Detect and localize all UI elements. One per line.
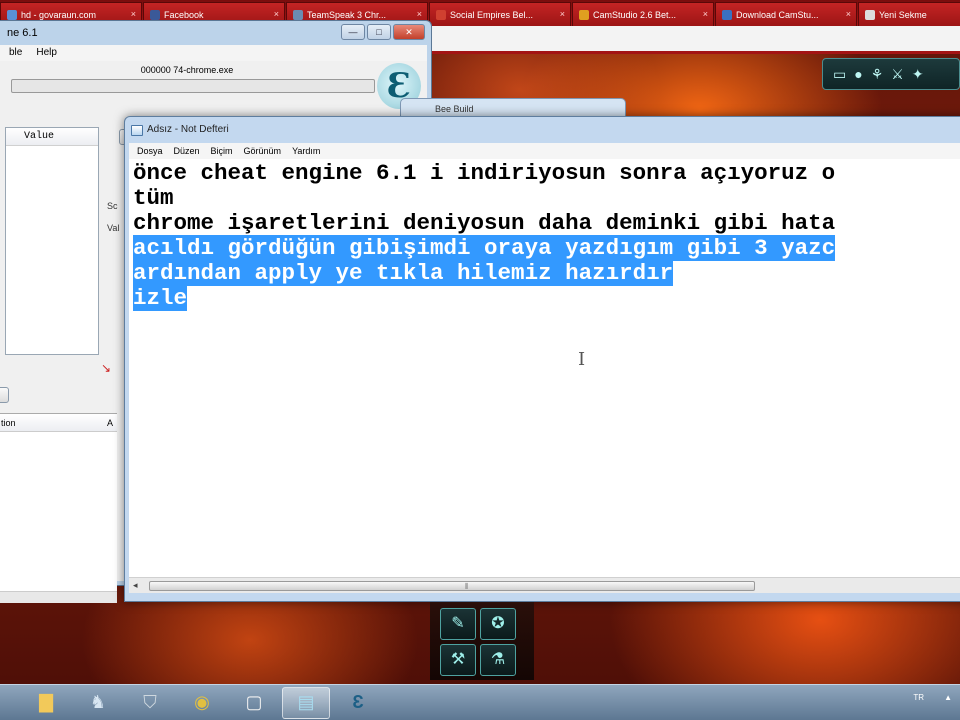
chrome-taskbar-button[interactable]: ◉ [178, 687, 226, 719]
notepad-menubar: Dosya Düzen Biçim Görünüm Yardım [129, 143, 960, 159]
cheat-engine-title: ne 6.1 [7, 27, 38, 39]
tab-label: Download CamStu... [736, 9, 819, 20]
address-table-scrollbar[interactable] [0, 591, 117, 603]
tab-favicon-icon [293, 9, 303, 20]
found-list[interactable]: Value [5, 127, 99, 355]
scrollbar-grip-icon: ⦀ [465, 582, 469, 591]
value-type-label: Val [107, 223, 120, 233]
text-line: chrome işaretlerini deniyosun daha demin… [133, 210, 836, 236]
settings-icon[interactable]: ✦ [912, 66, 924, 83]
selected-text-line: ardından apply ye tıkla hilemiz hazırdır [133, 260, 674, 286]
shovel-icon[interactable]: ⚒ [440, 644, 476, 676]
tab-favicon-icon [150, 9, 160, 20]
game-hud[interactable]: ▭ ● ⚘ ⚔ ✦ [822, 58, 960, 90]
text-cursor-icon: I [578, 349, 586, 370]
mic-icon[interactable]: ● [854, 66, 862, 82]
selected-text-line: izle [133, 285, 188, 311]
notepad-taskbar-icon: ▤ [297, 692, 315, 712]
notepad-horizontal-scrollbar[interactable]: ◂ ⦀ [129, 577, 960, 593]
address-table[interactable]: tion A [0, 413, 117, 603]
counter-strike-taskbar-button[interactable]: ♞ [74, 687, 122, 719]
notepad-icon [131, 125, 143, 136]
system-tray: TR ▲ [913, 693, 952, 702]
cheat-engine-titlebar[interactable]: ne 6.1 — □ ✕ [0, 21, 431, 45]
menu-item-help[interactable]: Yardım [292, 143, 320, 159]
cheat-engine-menubar: ble Help [0, 45, 427, 61]
scan-type-label: Sc [107, 201, 118, 211]
cs-player-icon: ♞ [89, 692, 107, 712]
tab-close-icon[interactable]: × [703, 3, 708, 25]
chrome-icon: ◉ [194, 692, 210, 712]
menu-item-table[interactable]: ble [9, 45, 22, 61]
found-list-header[interactable]: Value [6, 128, 98, 146]
cheat-engine-taskbar-icon: Ɛ [352, 692, 364, 712]
menu-item-file[interactable]: Dosya [137, 143, 163, 159]
browser-tab[interactable]: Yeni Sekme× [858, 2, 960, 26]
address-column[interactable]: A [107, 418, 113, 428]
tab-favicon-icon [436, 9, 446, 20]
browser-tab[interactable]: Social Empires Bel... × [429, 2, 571, 26]
browser-toolbar [430, 26, 960, 54]
folder-icon: ▇ [39, 692, 53, 712]
tab-favicon-icon [865, 9, 875, 20]
maximize-button[interactable]: □ [367, 24, 391, 40]
tab-close-icon[interactable]: × [560, 3, 565, 25]
menu-item-edit[interactable]: Düzen [174, 143, 200, 159]
figure-icon[interactable]: ⚘ [871, 66, 884, 83]
taskbar: ▇ ♞ ⛉ ◉ ▢ ▤ Ɛ TR ▲ [0, 684, 960, 720]
game-controls: ✎ ✪ ⚒ ⚗ [430, 602, 534, 680]
memory-view-button[interactable] [0, 387, 9, 403]
tab-label: Yeni Sekme [879, 9, 927, 20]
cheat-engine-taskbar-button[interactable]: Ɛ [334, 687, 382, 719]
tab-close-icon[interactable]: × [846, 3, 851, 25]
window-taskbar-button[interactable]: ▢ [230, 687, 278, 719]
tanks-taskbar-button[interactable]: ⛉ [126, 687, 174, 719]
shield-icon: ⛉ [143, 692, 157, 712]
scan-progress-bar [11, 79, 375, 93]
pointer-icon[interactable]: ↘ [101, 361, 117, 377]
target-icon[interactable]: ✪ [480, 608, 516, 640]
text-line: önce cheat engine 6.1 i indiriyosun sonr… [133, 160, 836, 186]
address-table-header: tion A [0, 414, 117, 432]
tab-favicon-icon [579, 9, 589, 20]
minimize-button[interactable]: — [341, 24, 365, 40]
menu-item-format[interactable]: Biçim [211, 143, 233, 159]
tab-favicon-icon [7, 9, 17, 20]
tray-expand-icon[interactable]: ▲ [944, 693, 952, 702]
background-window-title: Bee Build [435, 104, 474, 114]
potion-icon[interactable]: ⚗ [480, 644, 516, 676]
notepad-title: Adsız - Not Defteri [147, 124, 229, 135]
explorer-taskbar-button[interactable]: ▇ [22, 687, 70, 719]
scrollbar-thumb[interactable]: ⦀ [149, 581, 755, 591]
sword-icon[interactable]: ⚔ [891, 66, 904, 83]
chat-icon[interactable]: ▭ [833, 66, 846, 83]
browser-tab[interactable]: Download CamStu... × [715, 2, 857, 26]
browser-tab[interactable]: CamStudio 2.6 Bet... × [572, 2, 714, 26]
scroll-left-icon[interactable]: ◂ [133, 580, 138, 591]
close-button[interactable]: ✕ [393, 24, 425, 40]
feather-icon[interactable]: ✎ [440, 608, 476, 640]
window-icon: ▢ [245, 692, 263, 712]
tab-label: Social Empires Bel... [450, 9, 534, 20]
language-indicator[interactable]: TR [913, 693, 924, 702]
process-label: 000000 74-chrome.exe [140, 65, 234, 75]
description-column[interactable]: tion [1, 418, 16, 428]
notepad-taskbar-button[interactable]: ▤ [282, 686, 330, 719]
menu-item-view[interactable]: Görünüm [244, 143, 282, 159]
tab-favicon-icon [722, 9, 732, 20]
text-line: tüm [133, 185, 174, 211]
notepad-titlebar[interactable]: Adsız - Not Defteri [125, 117, 960, 143]
notepad-text-area[interactable]: önce cheat engine 6.1 i indiriyosun sonr… [129, 159, 960, 577]
menu-item-help[interactable]: Help [36, 45, 57, 61]
tab-label: CamStudio 2.6 Bet... [593, 9, 677, 20]
notepad-window[interactable]: Adsız - Not Defteri Dosya Düzen Biçim Gö… [124, 116, 960, 602]
start-button[interactable] [0, 687, 18, 719]
selected-text-line: acıldı gördüğün gibişimdi oraya yazdıgım… [133, 235, 836, 261]
